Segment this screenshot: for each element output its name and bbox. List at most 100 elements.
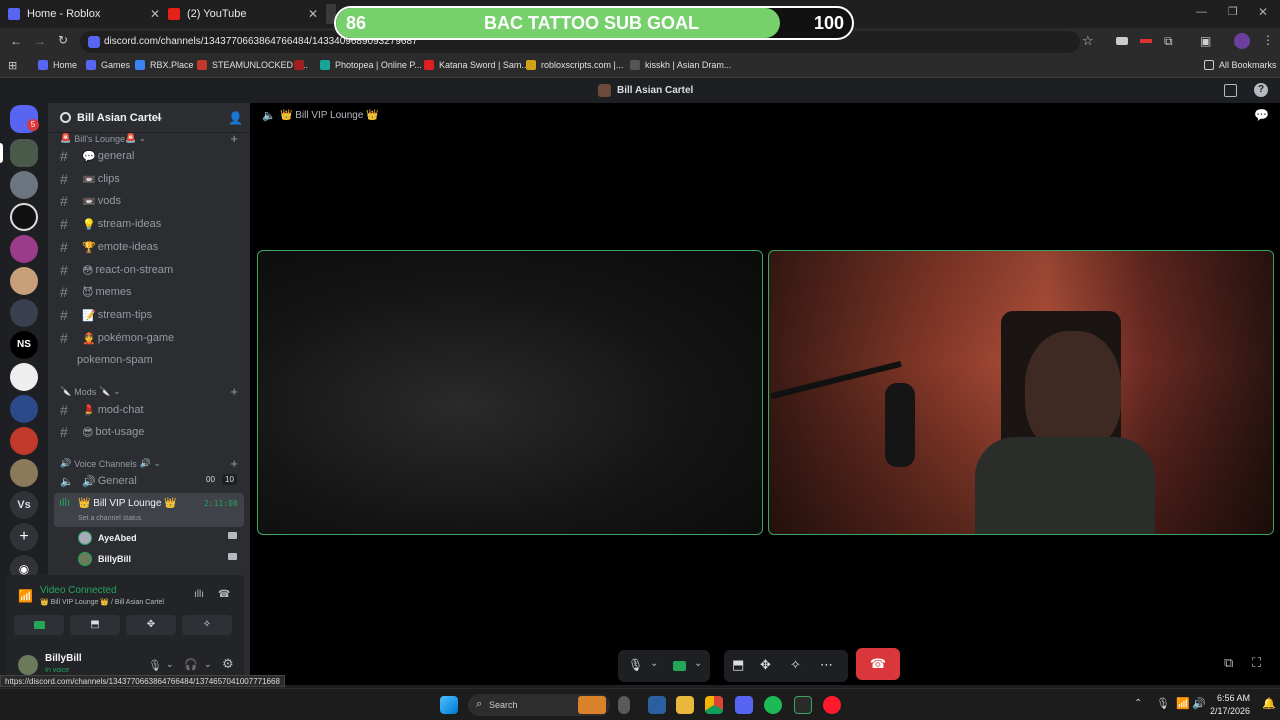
server-icon[interactable] [10,203,38,231]
discord-icon[interactable] [735,696,753,714]
puzzle-icon[interactable]: ⧉ [1164,34,1173,49]
wifi-icon[interactable]: 📶 [1176,697,1190,710]
microphone-icon[interactable]: 🎙 [628,658,643,672]
channel-general[interactable]: # 💬 general [60,146,240,166]
windows-start-icon[interactable] [440,696,458,714]
disconnect-icon[interactable]: ☎ [218,589,230,600]
screen-share-icon[interactable]: ⬒ [732,657,744,673]
minimize-icon[interactable]: — [1196,6,1207,18]
category-voice[interactable]: 🔊 Voice Channels 🔊 ⌄ [60,458,161,469]
chat-bubble-icon[interactable]: 💬 [1254,108,1269,122]
app-icon[interactable] [648,696,666,714]
chevron-down-icon[interactable]: ⌄ [204,659,212,670]
channel-status[interactable]: Set a channel status [78,515,141,522]
file-explorer-icon[interactable] [676,696,694,714]
camera-icon[interactable] [673,661,686,671]
channel-vods[interactable]: # 📼 vods [60,191,240,211]
inbox-icon[interactable] [1224,84,1237,97]
channel-pokemon-spam[interactable]: pokemon-spam [77,350,257,370]
user-avatar[interactable] [18,655,38,675]
server-icon[interactable] [10,299,38,327]
category-bills-lounge[interactable]: 🚨 Bill's Lounge 🚨 ⌄ [60,133,146,144]
microphone-icon[interactable]: 🎙 [148,659,162,672]
activities-button[interactable]: ✥ [126,615,176,635]
server-ns[interactable]: NS [10,331,38,359]
add-channel-icon[interactable]: + [230,131,238,146]
channel-clips[interactable]: # 📼 clips [60,169,240,189]
chevron-down-icon[interactable]: ⌄ [650,658,658,669]
voice-location[interactable]: 👑 Bill VIP Lounge 👑 / Bill Asian Cartel [40,598,164,606]
help-icon[interactable]: ? [1254,83,1268,97]
volume-icon[interactable]: 🔊 [1192,697,1206,710]
menu-icon[interactable]: ⋮ [1262,33,1274,47]
task-view-icon[interactable] [618,696,630,714]
forward-icon[interactable]: → [34,34,46,48]
server-icon[interactable] [10,427,38,455]
server-icon[interactable] [10,267,38,295]
channel-stream-ideas[interactable]: # 💡 stream-ideas [60,214,240,234]
settings-gear-icon[interactable]: ⚙ [222,656,234,672]
server-header[interactable]: Bill Asian Cartel ⌄ 👤 [48,103,250,133]
chevron-down-icon[interactable]: ⌄ [694,658,702,669]
tab-youtube[interactable]: (2) YouTube ✕ [168,4,318,24]
channel-emote-ideas[interactable]: # 🏆 emote-ideas [60,237,240,257]
bookmark-rbxplace[interactable]: RBX.Place [135,60,194,70]
taskbar-search[interactable]: ⌕ Search [468,694,610,716]
channel-stream-tips[interactable]: # 📝 stream-tips [60,305,240,325]
activities-icon[interactable]: ✥ [760,657,771,673]
channel-mod-chat[interactable]: # 💄 mod-chat [60,400,240,420]
bookmark-katana[interactable]: Katana Sword | Sam... [424,60,529,70]
close-icon[interactable]: ✕ [308,7,318,21]
add-server-icon[interactable]: + [10,523,38,551]
bookmark-photopea[interactable]: Photopea | Online P... [320,60,422,70]
soundboard-button[interactable]: ✧ [182,615,232,635]
chevron-up-icon[interactable]: ⌃ [1134,698,1142,709]
all-bookmarks[interactable]: All Bookmarks [1204,60,1277,70]
server-bill-asian-cartel[interactable] [10,139,38,167]
clock-time[interactable]: 6:56 AM [1214,693,1250,703]
back-icon[interactable]: ← [10,34,22,48]
server-icon[interactable] [10,235,38,263]
screen-share-button[interactable]: ⬒ [70,615,120,635]
server-icon[interactable] [10,395,38,423]
popout-icon[interactable]: ⧉ [1224,655,1233,671]
signal-icon[interactable]: 📶 [18,589,33,603]
fullscreen-icon[interactable]: ⛶ [1252,655,1261,671]
bookmark-robloxscripts[interactable]: robloxscripts.com |... [526,60,623,70]
maximize-icon[interactable]: ❐ [1228,5,1238,18]
chrome-icon[interactable] [705,696,723,714]
extension-icon[interactable] [1140,39,1152,43]
voice-channel-vip-lounge[interactable]: ıllı 👑 Bill VIP Lounge 👑 2:11:08 Set a c… [54,493,244,527]
video-tile-ayeabed[interactable] [257,250,763,535]
voice-member[interactable]: AyeAbed [76,529,242,549]
sidepanel-icon[interactable]: ▣ [1200,34,1211,48]
channel-bot-usage[interactable]: # 😎 bot-usage [60,422,240,442]
clock-date[interactable]: 2/17/2026 [1206,706,1250,716]
camera-toggle-button[interactable] [14,615,64,635]
bookmark-kisskh[interactable]: kisskh | Asian Dram... [630,60,731,70]
server-icon[interactable] [10,459,38,487]
app-icon[interactable] [794,696,812,714]
server-icon[interactable] [10,171,38,199]
voice-status[interactable]: Video Connected [40,585,117,596]
reload-icon[interactable]: ↻ [58,33,68,47]
bookmark-games[interactable]: Games [86,60,130,70]
category-mods[interactable]: 🔪 Mods 🔪 ⌄ [60,386,120,397]
user-name[interactable]: BillyBill [45,653,82,664]
invite-icon[interactable]: 👤 [228,111,243,125]
voice-member[interactable]: BillyBill [76,550,242,570]
leave-call-button[interactable]: ☎ [856,648,900,680]
chevron-down-icon[interactable]: ⌄ [166,659,174,670]
extension-icon[interactable] [1116,37,1128,45]
tab-roblox[interactable]: Home - Roblox ✕ [8,4,160,24]
bookmark-unnamed[interactable] [294,60,309,70]
headphones-icon[interactable]: 🎧 [184,658,198,671]
bookmark-steamunlocked[interactable]: STEAMUNLOCKED »... [197,60,308,70]
add-channel-icon[interactable]: + [230,456,238,471]
add-channel-icon[interactable]: + [230,384,238,399]
apps-grid-icon[interactable]: ⊞ [8,59,17,72]
bookmark-home[interactable]: Home [38,60,77,70]
server-icon[interactable] [10,363,38,391]
voice-channel-general[interactable]: 🔈 🔊 General 00 10 [60,471,240,491]
window-close-icon[interactable]: ✕ [1258,5,1268,19]
